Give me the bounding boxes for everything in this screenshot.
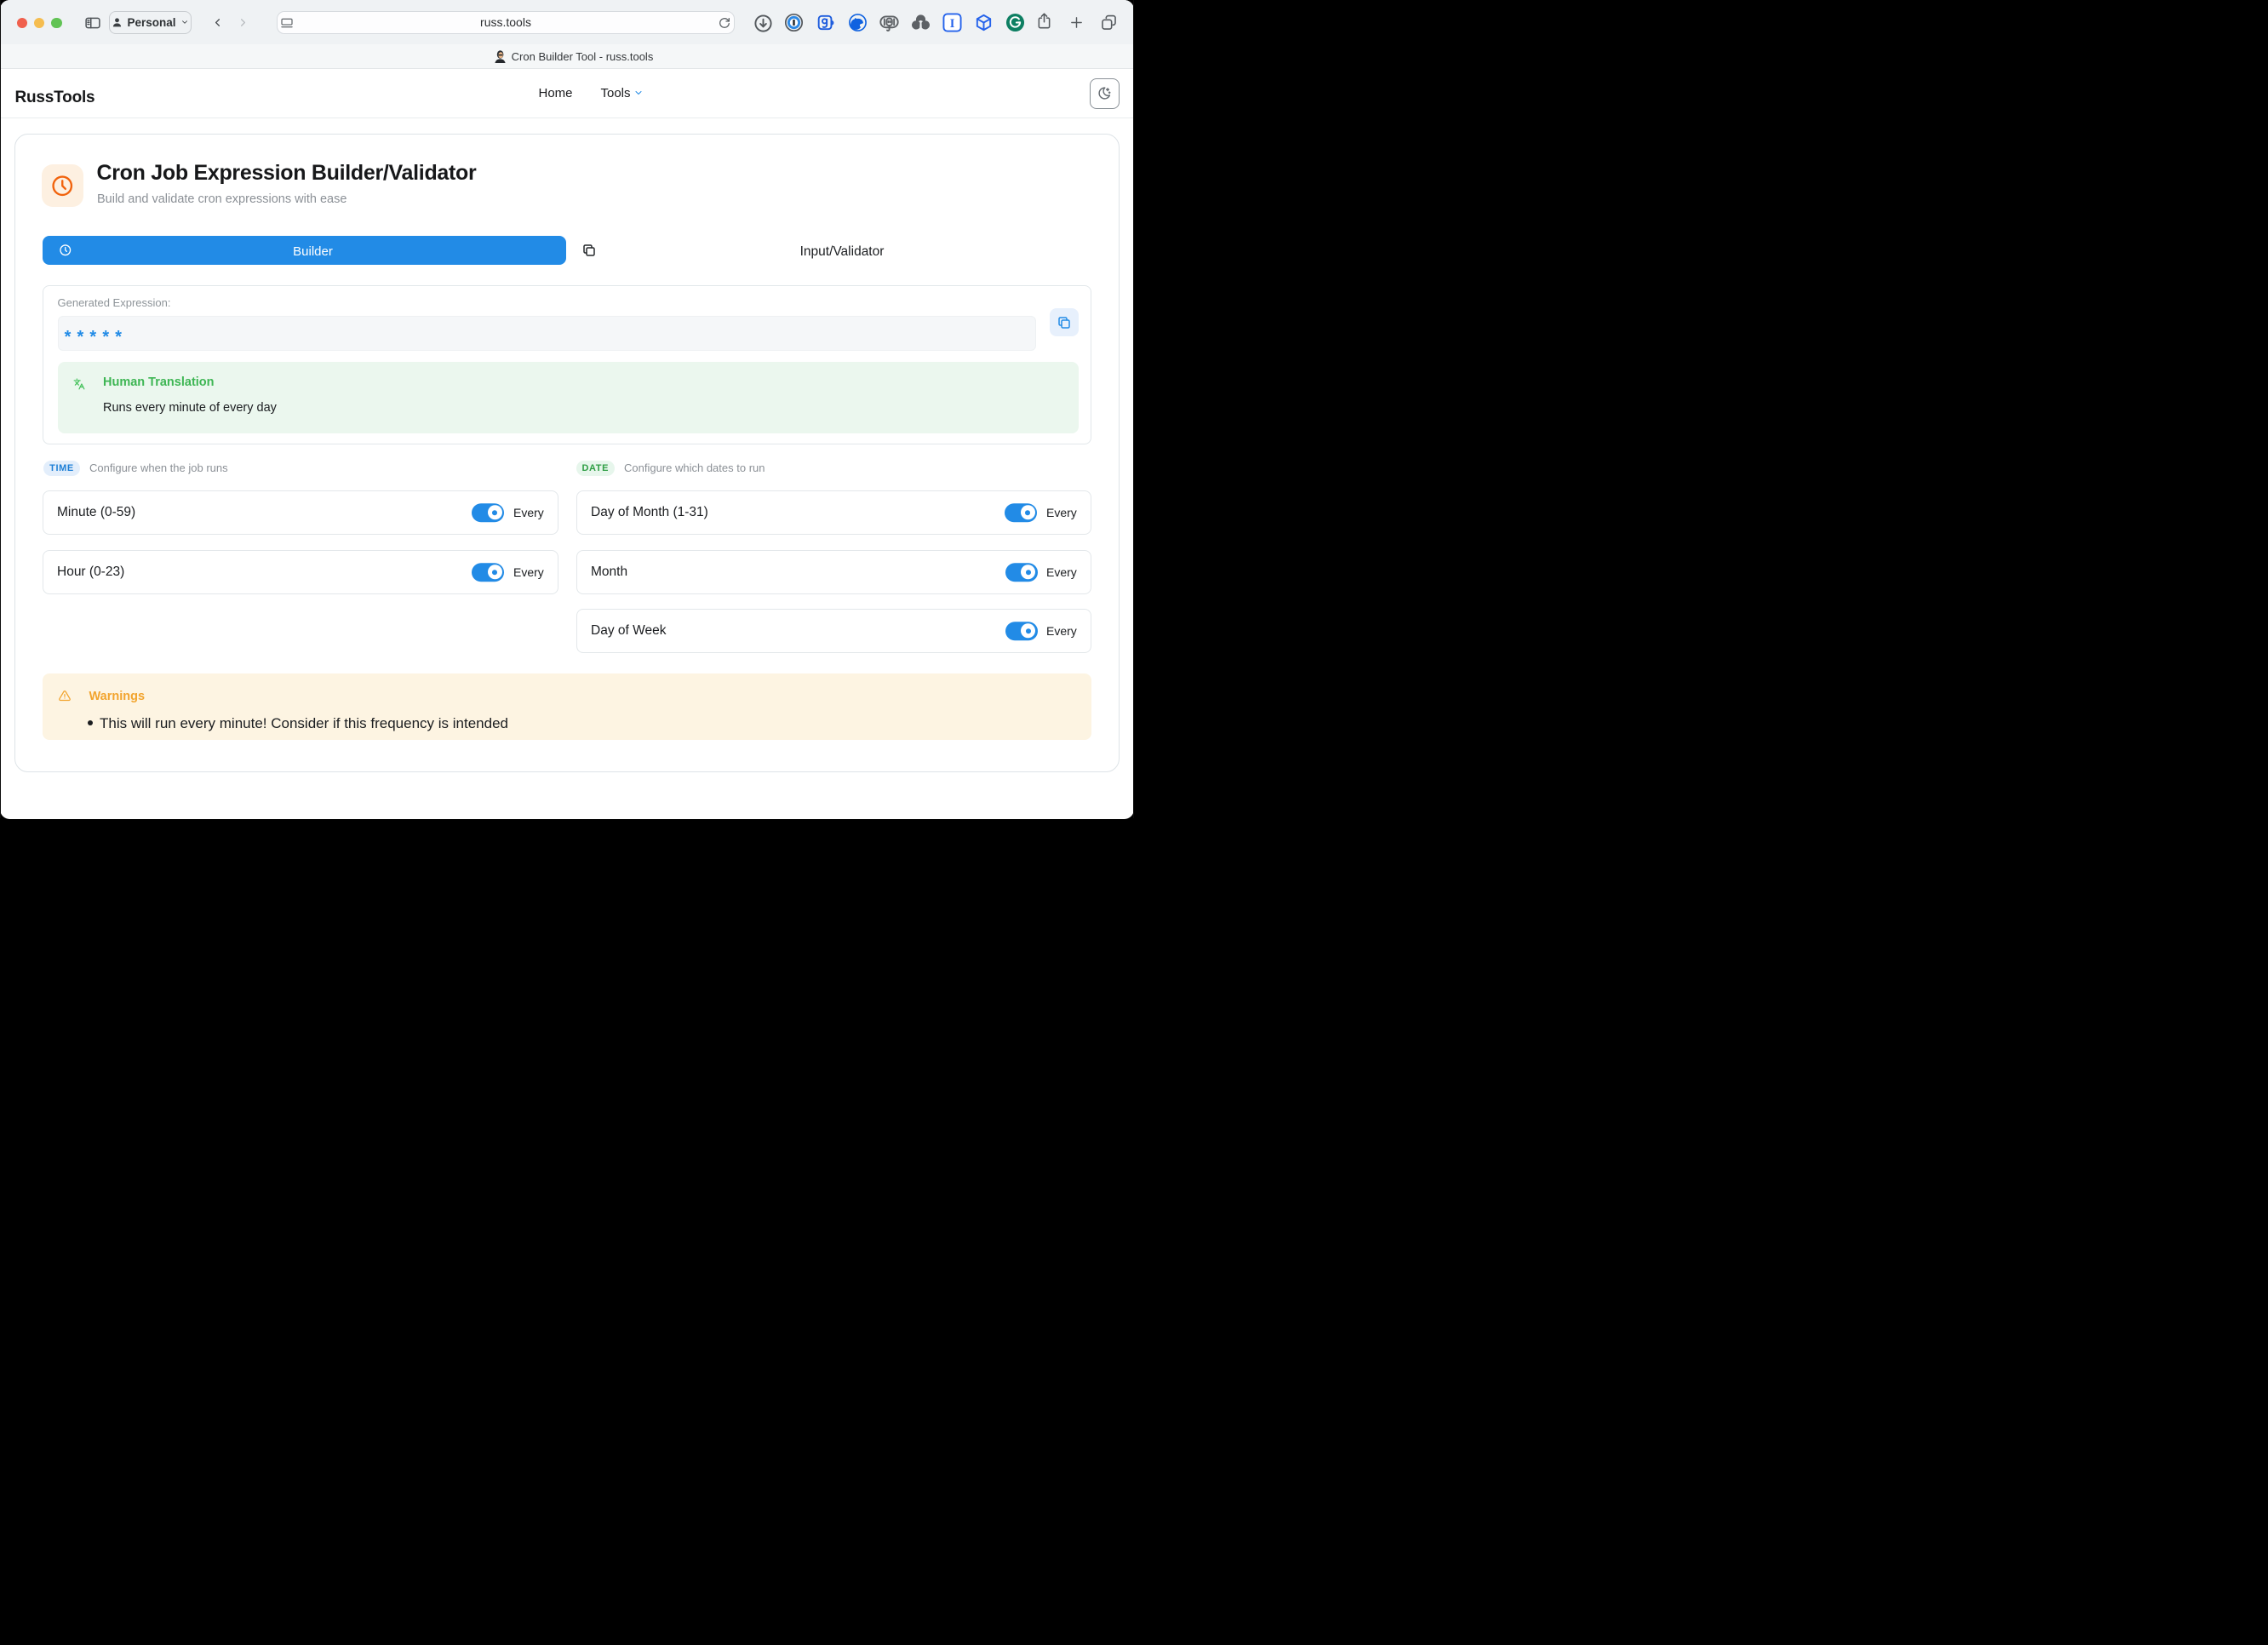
svg-text:I: I: [949, 17, 954, 31]
